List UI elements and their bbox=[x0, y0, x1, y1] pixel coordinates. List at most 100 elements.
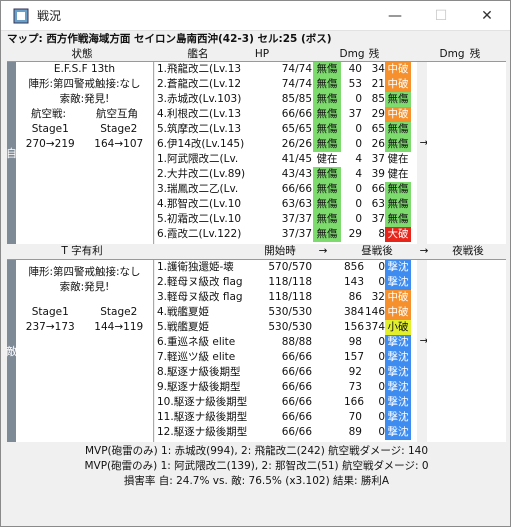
battle-result: 中破 bbox=[385, 290, 411, 305]
minimize-button[interactable]: — bbox=[372, 1, 418, 31]
ship-hp: 63/63 bbox=[281, 198, 312, 210]
ship-hp: 66/66 bbox=[281, 183, 312, 195]
enemy-ship-list: 1.護衛独還姫-壊 570/570 856 0 撃沈 2.軽母ヌ級改 flag 118/11… bbox=[155, 260, 417, 442]
battle-result: 健在 bbox=[387, 168, 409, 180]
ship-status: 健在 bbox=[316, 153, 338, 165]
damage-value: 92 bbox=[348, 366, 362, 378]
remaining-hp: 0 bbox=[378, 396, 385, 408]
battle-result: 撃沈 bbox=[385, 275, 411, 290]
ship-name: 11.駆逐ナ級後期型 bbox=[157, 411, 248, 423]
friend-header: 状態 艦名 HP Dmg 残 Dmg 残 bbox=[7, 47, 506, 61]
ship-row: 1.阿武隈改二(Lv. 41/45 健在 4 37 健在 bbox=[155, 152, 417, 167]
header-remain: 残 bbox=[368, 48, 380, 60]
ship-name: 10.駆逐ナ級後期型 bbox=[157, 396, 248, 408]
damage-value: 156 bbox=[344, 321, 365, 333]
damage-value: 70 bbox=[348, 411, 362, 423]
ship-row: 3.軽母ヌ級改 flag 118/118 86 32 中破 bbox=[155, 290, 417, 305]
header-ship-name: 艦名 bbox=[187, 48, 209, 60]
damage-value: 0 bbox=[355, 213, 362, 225]
damage-value: 29 bbox=[348, 228, 362, 240]
remaining-hp: 65 bbox=[371, 123, 385, 135]
ship-name: 4.那智改二(Lv.10 bbox=[157, 198, 242, 210]
close-button[interactable]: ✕ bbox=[464, 1, 510, 31]
ship-name: 12.駆逐ナ級後期型 bbox=[157, 426, 248, 438]
ship-name: 7.軽巡ツ級 elite bbox=[157, 351, 236, 363]
battle-result: 撃沈 bbox=[385, 410, 411, 425]
header-arrow-2: → bbox=[419, 245, 429, 257]
ship-hp: 66/66 bbox=[281, 108, 312, 120]
ship-hp: 530/530 bbox=[268, 306, 312, 318]
friend-night-column bbox=[427, 62, 506, 244]
ship-row: 5.初霜改二(Lv.10 37/37 無傷 0 37 無傷 bbox=[155, 212, 417, 227]
damage-value: 86 bbox=[348, 291, 362, 303]
battle-result: 無傷 bbox=[385, 137, 411, 152]
ship-status: 無傷 bbox=[313, 122, 341, 137]
remaining-hp: 0 bbox=[378, 426, 385, 438]
ship-status: 無傷 bbox=[313, 197, 341, 212]
window-title: 戦況 bbox=[37, 9, 62, 23]
remaining-hp: 0 bbox=[378, 276, 385, 288]
enemy-header: T 字有利 開始時 → 昼戦後 → 夜戦後 bbox=[7, 244, 506, 258]
ship-row: 10.駆逐ナ級後期型 66/66 166 0 撃沈 bbox=[155, 395, 417, 410]
stage-labels: Stage1 Stage2 bbox=[31, 306, 138, 318]
mvp-line-1: MVP(砲雷のみ) 1: 赤城改(994), 2: 飛龍改二(242) 航空戦ダ… bbox=[84, 445, 429, 457]
damage-value: 166 bbox=[344, 396, 365, 408]
damage-value: 0 bbox=[355, 93, 362, 105]
air-battle: 航空戦: 航空互角 bbox=[30, 108, 138, 120]
ship-hp: 37/37 bbox=[281, 213, 312, 225]
battle-result: 健在 bbox=[387, 153, 409, 165]
ship-row: 5.戦艦夏姫 530/530 156 374 小破 bbox=[155, 320, 417, 335]
battle-status-window: 戦況 — ☐ ✕ マップ: 西方作戦海域方面 セイロン島南西沖(42-3) セル… bbox=[0, 0, 511, 527]
damage-value: 0 bbox=[355, 183, 362, 195]
ship-name: 2.蒼龍改二(Lv.12 bbox=[157, 78, 242, 90]
ship-row: 4.那智改二(Lv.10 63/63 無傷 0 63 無傷 bbox=[155, 197, 417, 212]
ship-hp: 26/26 bbox=[281, 138, 312, 150]
damage-value: 53 bbox=[348, 78, 362, 90]
ship-name: 6.霞改二(Lv.122) bbox=[157, 228, 242, 240]
footer: MVP(砲雷のみ) 1: 赤城改(994), 2: 飛龍改二(242) 航空戦ダ… bbox=[7, 444, 506, 489]
ship-hp: 74/74 bbox=[281, 63, 312, 75]
header-start: 開始時 bbox=[264, 245, 296, 257]
maximize-button[interactable]: ☐ bbox=[418, 1, 464, 31]
battle-result: 撃沈 bbox=[385, 350, 411, 365]
ship-row: 6.霞改二(Lv.122) 37/37 無傷 29 8 大破 bbox=[155, 227, 417, 242]
damage-value: 4 bbox=[355, 168, 362, 180]
ship-name: 5.戦艦夏姫 bbox=[157, 321, 210, 333]
ship-status: 無傷 bbox=[313, 227, 341, 242]
header-state: 状態 bbox=[71, 48, 93, 60]
damage-value: 73 bbox=[348, 381, 362, 393]
damage-value: 4 bbox=[355, 153, 362, 165]
damage-value: 157 bbox=[344, 351, 365, 363]
battle-result: 撃沈 bbox=[385, 380, 411, 395]
ship-status: 無傷 bbox=[313, 137, 341, 152]
ship-name: 4.利根改二(Lv.13 bbox=[157, 108, 242, 120]
battle-result: 中破 bbox=[385, 305, 411, 320]
remaining-hp: 39 bbox=[371, 168, 385, 180]
friend-ship-list: 1.飛龍改二(Lv.13 74/74 無傷 40 34 中破 2.蒼龍改二(Lv.12 74/… bbox=[155, 62, 417, 244]
friend-side-label: 自 bbox=[6, 62, 17, 244]
header-night: 夜戦後 bbox=[452, 245, 484, 257]
damage-value: 856 bbox=[344, 261, 365, 273]
damage-value: 384 bbox=[344, 306, 365, 318]
enemy-night-column bbox=[427, 260, 506, 442]
friend-info: E.F.S.F 13th 陣形:第四警戒触接:なし 索敵:発見! 航空戦: 航空互… bbox=[16, 62, 154, 244]
ship-name: 5.初霜改二(Lv.10 bbox=[157, 213, 242, 225]
battle-result: 撃沈 bbox=[385, 425, 411, 440]
ship-row: 3.瑞鳳改二乙(Lv. 66/66 無傷 0 66 無傷 bbox=[155, 182, 417, 197]
ship-row: 4.利根改二(Lv.13 66/66 無傷 37 29 中破 bbox=[155, 107, 417, 122]
ship-row: 1.飛龍改二(Lv.13 74/74 無傷 40 34 中破 bbox=[155, 62, 417, 77]
remaining-hp: 26 bbox=[371, 138, 385, 150]
ship-hp: 85/85 bbox=[281, 93, 312, 105]
ship-name: 4.戦艦夏姫 bbox=[157, 306, 210, 318]
remaining-hp: 63 bbox=[371, 198, 385, 210]
ship-row: 8.駆逐ナ級後期型 66/66 92 0 撃沈 bbox=[155, 365, 417, 380]
remaining-hp: 0 bbox=[378, 261, 385, 273]
ship-status: 無傷 bbox=[313, 62, 341, 77]
ship-name: 6.伊14改(Lv.145) bbox=[157, 138, 245, 150]
ship-status: 無傷 bbox=[313, 107, 341, 122]
battle-result: 中破 bbox=[385, 62, 411, 77]
ship-hp: 66/66 bbox=[281, 426, 312, 438]
remaining-hp: 29 bbox=[371, 108, 385, 120]
ship-hp: 118/118 bbox=[268, 291, 312, 303]
remaining-hp: 374 bbox=[364, 321, 385, 333]
